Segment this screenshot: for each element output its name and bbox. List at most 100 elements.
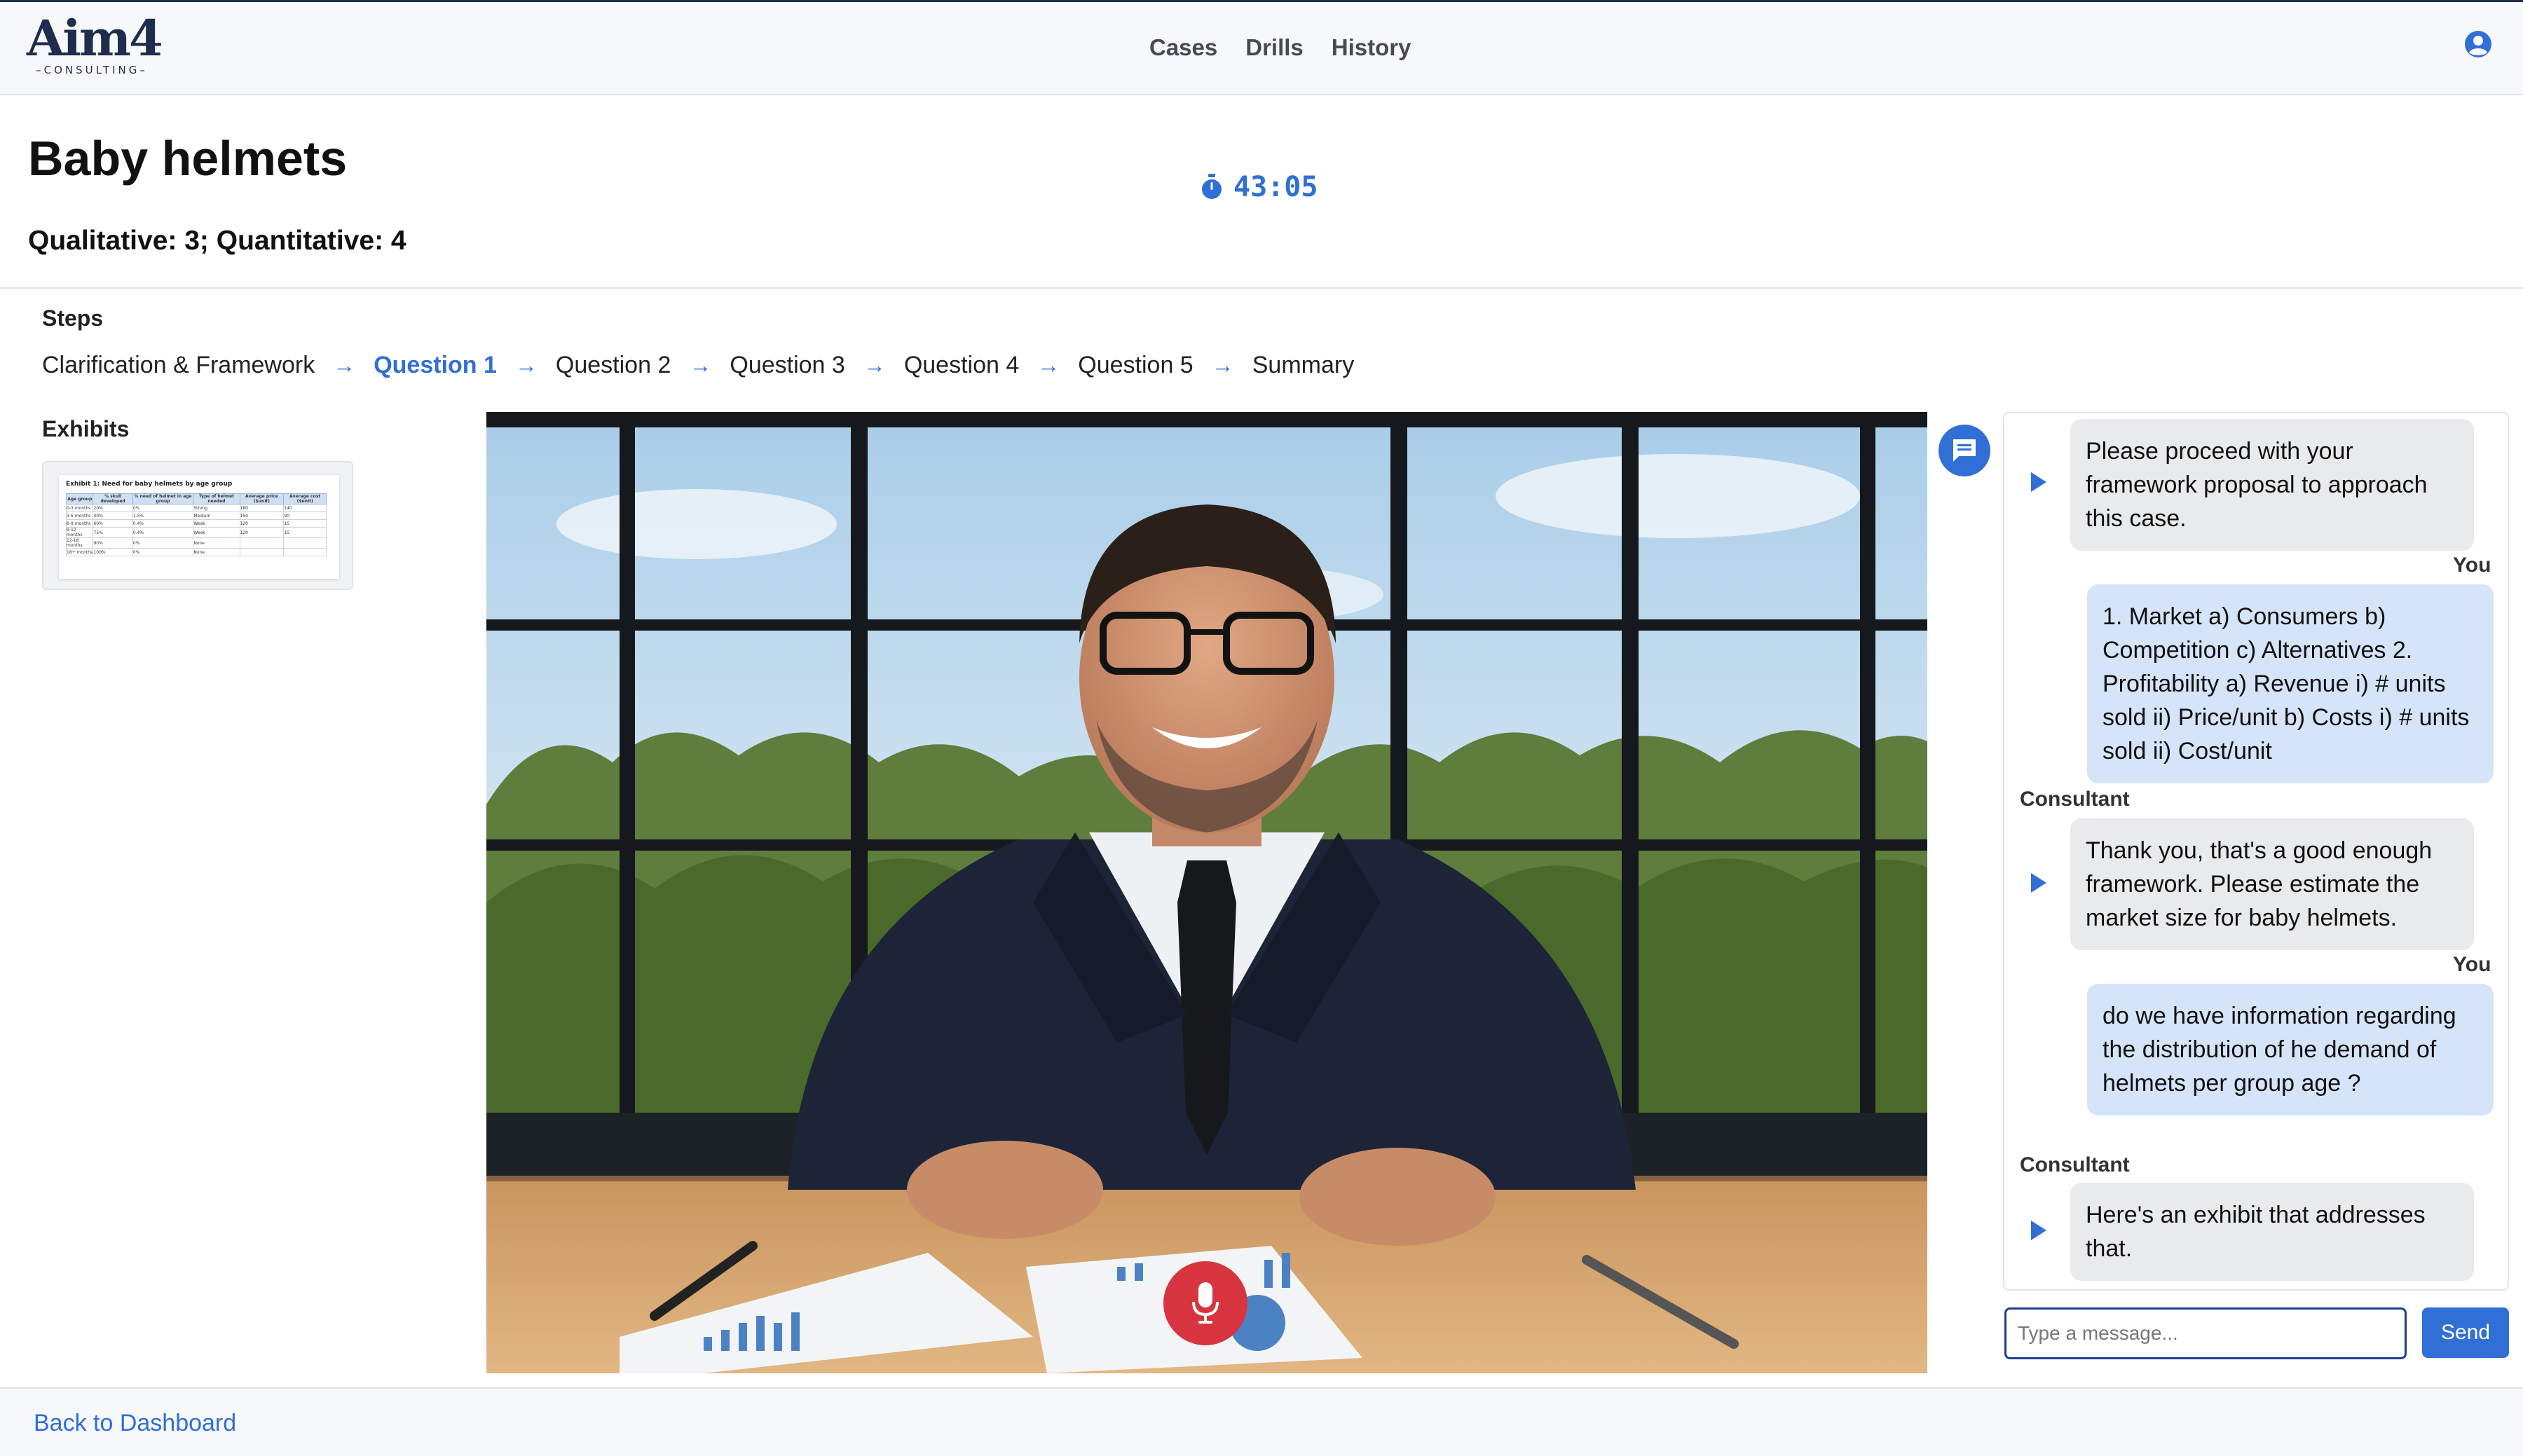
exhibit-table-cell: 60% (93, 519, 133, 528)
arrow-right-icon: → (1037, 352, 1060, 378)
arrow-right-icon: → (333, 352, 356, 378)
exhibit-table-cell (283, 537, 327, 549)
step-summary[interactable]: Summary (1252, 352, 1354, 379)
consultant-message: Thank you, that's a good enough framewor… (2070, 818, 2474, 950)
case-question-counts: Qualitative: 3; Quantitative: 4 (28, 226, 406, 256)
interviewer-image (486, 412, 1927, 1373)
exhibit-table-cell: 0.4% (132, 527, 194, 538)
exhibit-header-cell: % skull developed (93, 493, 133, 504)
exhibit-table-cell (239, 537, 285, 549)
timer-value: 43:05 (1233, 171, 1318, 203)
sender-you: You (2453, 953, 2491, 976)
exhibit-table-cell: 0-3 months (65, 504, 94, 512)
chat-toggle-button[interactable] (1939, 425, 1990, 476)
exhibit-table-body: 0-3 months 20% 0% Strong 180 140 3-6 months 40%… (65, 504, 327, 556)
aim4-logo[interactable]: Aim4 –CONSULTING– (27, 11, 167, 81)
sender-consultant: Consultant (2020, 788, 2130, 811)
exhibit-table-cell: 90 (283, 511, 327, 520)
play-audio-icon[interactable] (2031, 873, 2046, 893)
exhibit-table-row: 18+ months 100% 0% None (65, 548, 327, 556)
chat-panel: Please proceed with your framework propo… (2003, 412, 2509, 1291)
message-input[interactable] (2004, 1307, 2407, 1359)
exhibit-table-cell: None (193, 548, 240, 556)
nav-cases[interactable]: Cases (1149, 34, 1217, 61)
exhibit-table-cell: None (193, 537, 240, 549)
case-header: Baby helmets Qualitative: 3; Quantitativ… (0, 95, 2523, 289)
page-title: Baby helmets (28, 131, 348, 186)
countdown-timer: 43:05 (1200, 171, 1318, 203)
exhibit-table-cell: 140 (283, 504, 327, 512)
exhibit-table-cell: 0.4% (132, 519, 194, 528)
play-audio-icon[interactable] (2031, 472, 2046, 492)
exhibit-table-cell: 9-12 months (65, 527, 94, 538)
exhibit-title: Exhibit 1: Need for baby helmets by age … (66, 481, 233, 488)
footer-bar: Back to Dashboard (0, 1387, 2523, 1456)
exhibit-table-cell: 15 (283, 519, 327, 528)
exhibit-table-cell: 0% (132, 548, 194, 556)
user-account-icon[interactable] (2464, 30, 2492, 58)
exhibit-table-row: 0-3 months 20% 0% Strong 180 140 (65, 504, 327, 512)
exhibit-table-cell: 100% (93, 548, 133, 556)
exhibit-table-cell: 15 (283, 527, 327, 538)
exhibit-header-cell: % need of helmet in age group (132, 493, 194, 504)
back-to-dashboard-link[interactable]: Back to Dashboard (34, 1410, 236, 1437)
arrow-right-icon: → (863, 352, 886, 378)
step-question-4[interactable]: Question 4 (904, 352, 1019, 379)
exhibit-table-cell: 90% (93, 537, 133, 549)
exhibit-table-cell: 120 (239, 527, 285, 538)
arrow-right-icon: → (1211, 352, 1234, 378)
exhibit-header-cell: Average price ($unit) (239, 493, 285, 504)
exhibit-table-cell: 0% (132, 504, 194, 512)
exhibit-table-cell: Weak (193, 519, 240, 528)
exhibit-table-cell: Medium (193, 511, 240, 520)
exhibit-preview: Exhibit 1: Need for baby helmets by age … (59, 475, 339, 579)
step-clarification-framework[interactable]: Clarification & Framework (42, 352, 315, 379)
sender-you: You (2453, 554, 2491, 577)
main-nav: Cases Drills History (1149, 34, 1411, 61)
steps-progress: Clarification & Framework → Question 1 →… (42, 352, 1354, 379)
exhibit-table-row: 6-9 months 60% 0.4% Weak 120 15 (65, 519, 327, 528)
consultant-message: Please proceed with your framework propo… (2070, 419, 2474, 551)
consultant-message: Here's an exhibit that addresses that. (2070, 1183, 2474, 1281)
exhibit-table-row: 12-18 months 90% 0% None (65, 537, 327, 549)
top-navbar: Aim4 –CONSULTING– Cases Drills History (0, 2, 2523, 95)
exhibit-header-cell: Type of helmet needed (193, 493, 240, 504)
send-button[interactable]: Send (2422, 1307, 2509, 1358)
play-audio-icon[interactable] (2031, 1221, 2046, 1240)
arrow-right-icon: → (689, 352, 712, 378)
exhibit-table-cell: 180 (239, 504, 285, 512)
exhibits-heading: Exhibits (42, 416, 130, 441)
exhibit-table-cell: 3-6 months (65, 511, 94, 520)
arrow-right-icon: → (514, 352, 538, 378)
exhibit-thumbnail[interactable]: Exhibit 1: Need for baby helmets by age … (42, 461, 353, 590)
exhibit-table-cell: 12-18 months (65, 537, 94, 549)
exhibit-table-cell: 40% (93, 511, 133, 520)
step-question-2[interactable]: Question 2 (556, 352, 671, 379)
exhibit-table-row: 3-6 months 40% 1.5% Medium 150 90 (65, 511, 327, 520)
exhibit-table-cell: 150 (239, 511, 285, 520)
exhibit-table: Age group % skull developed % need of he… (65, 493, 327, 556)
exhibit-table-header: Age group % skull developed % need of he… (65, 493, 327, 504)
user-message: do we have information regarding the dis… (2087, 984, 2494, 1115)
interviewer-video (486, 412, 1927, 1373)
step-question-3[interactable]: Question 3 (730, 352, 845, 379)
logo-text: Aim4 (27, 9, 163, 67)
nav-drills[interactable]: Drills (1245, 34, 1304, 61)
nav-history[interactable]: History (1332, 34, 1411, 61)
stopwatch-icon (1202, 174, 1222, 199)
step-question-5[interactable]: Question 5 (1078, 352, 1193, 379)
exhibit-table-cell: 120 (239, 519, 285, 528)
exhibit-header-cell: Average cost ($unit) (283, 493, 327, 504)
user-message: 1. Market a) Consumers b) Competition c)… (2087, 584, 2494, 783)
exhibit-header-cell: Age group (65, 493, 94, 504)
microphone-icon (1192, 1282, 1219, 1324)
exhibit-table-cell: 0% (132, 537, 194, 549)
exhibit-table-cell: Weak (193, 527, 240, 538)
exhibit-table-cell (283, 548, 327, 556)
sender-consultant: Consultant (2020, 1153, 2130, 1176)
chat-bubble-icon (1953, 439, 1976, 462)
exhibit-table-cell: Strong (193, 504, 240, 512)
microphone-button[interactable] (1163, 1261, 1247, 1345)
exhibit-table-row: 9-12 months 75% 0.4% Weak 120 15 (65, 527, 327, 538)
step-question-1[interactable]: Question 1 (374, 352, 497, 379)
